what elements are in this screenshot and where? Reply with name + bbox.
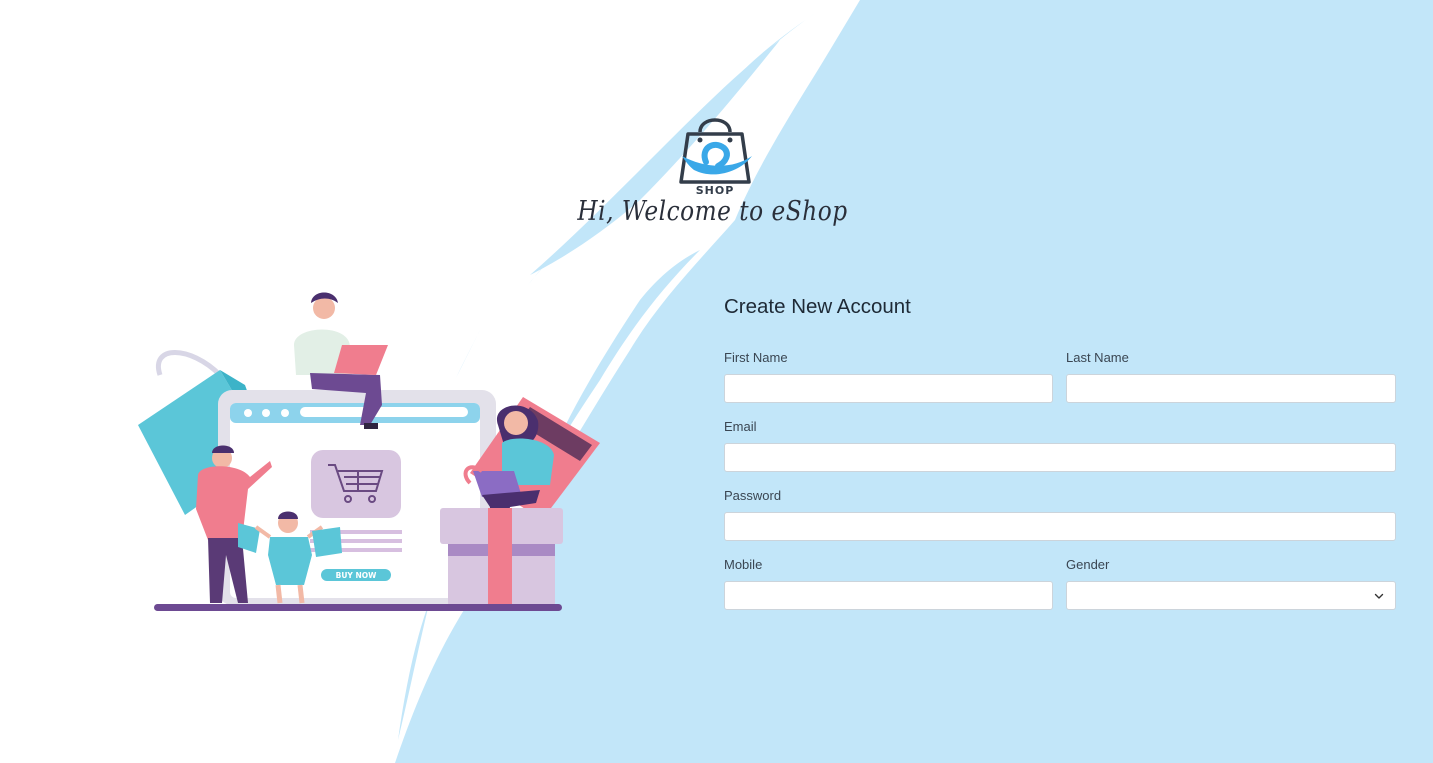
email-label: Email	[724, 419, 757, 434]
first-name-label: First Name	[724, 350, 788, 365]
email-input[interactable]	[725, 444, 1395, 471]
first-name-group: First Name	[724, 349, 1053, 403]
create-account-form: Create New Account First Name Last Name …	[724, 292, 1396, 610]
mobile-label: Mobile	[724, 557, 763, 572]
welcome-heading: Hi, Welcome to eShop	[577, 196, 848, 227]
buy-now-label: BUY NOW	[336, 571, 378, 580]
mobile-group: Mobile	[724, 556, 1053, 610]
last-name-label: Last Name	[1066, 350, 1129, 365]
password-group: Password	[724, 487, 1396, 541]
gender-label: Gender	[1066, 557, 1110, 572]
password-label: Password	[724, 488, 782, 503]
password-input[interactable]	[725, 513, 1395, 540]
form-title: Create New Account	[724, 295, 911, 318]
first-name-input[interactable]	[725, 375, 1052, 402]
chevron-down-icon	[1374, 593, 1384, 599]
last-name-input[interactable]	[1067, 375, 1395, 402]
shopping-illustration: BUY NOW	[138, 292, 600, 611]
gift-box-illustration	[440, 508, 563, 606]
mobile-input[interactable]	[725, 582, 1052, 609]
email-group: Email	[724, 418, 1396, 472]
last-name-group: Last Name	[1066, 349, 1396, 403]
shopping-bag-icon	[679, 118, 752, 184]
gender-select[interactable]	[1066, 581, 1396, 610]
eshop-logo: SHOP	[679, 118, 752, 197]
gender-group: Gender	[1066, 556, 1396, 610]
